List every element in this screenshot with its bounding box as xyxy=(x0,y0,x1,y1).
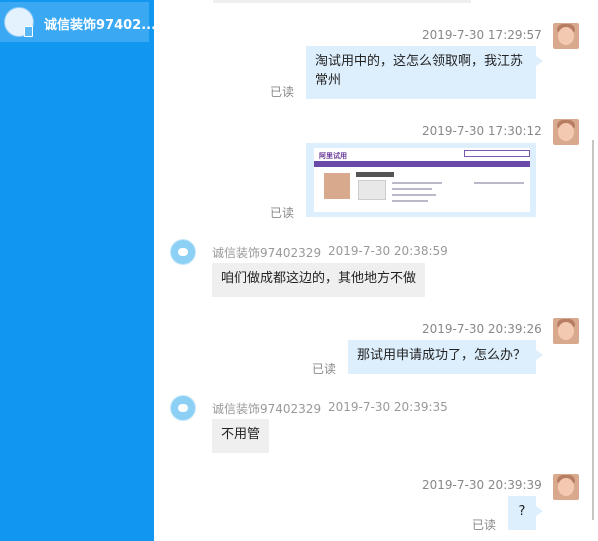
conversation-item-active[interactable]: 诚信装饰97402... xyxy=(0,2,156,42)
message-timestamp: 2019-7-30 20:38:59 xyxy=(328,244,448,258)
message-timestamp: 2019-7-30 20:39:35 xyxy=(328,400,448,414)
sender-name: 诚信装饰97402329 xyxy=(212,402,322,416)
image-brand-text: 阿里试用 xyxy=(319,152,347,160)
message-text: 咱们做成都这边的，其他地方不做 xyxy=(221,271,417,286)
message-text: ? xyxy=(518,504,526,519)
conversation-sidebar: 诚信装饰97402... xyxy=(0,0,156,541)
message-text: 淘试用中的，这怎么领取啊，我江苏常州 xyxy=(315,54,524,88)
message-timestamp: 2019-7-30 20:39:39 xyxy=(422,478,542,492)
read-receipt: 已读 xyxy=(270,206,295,220)
my-avatar xyxy=(553,474,579,500)
read-receipt: 已读 xyxy=(312,362,337,376)
contact-avatar xyxy=(170,395,196,421)
message-bubble-sent[interactable]: ? xyxy=(508,496,543,530)
message-timestamp: 2019-7-30 20:39:26 xyxy=(422,322,542,336)
message-bubble-sent[interactable]: 淘试用中的，这怎么领取啊，我江苏常州 xyxy=(306,46,543,99)
message-text: 那试用申请成功了，怎么办？ xyxy=(357,348,527,363)
my-avatar xyxy=(553,119,579,145)
message-timestamp: 2019-7-30 17:30:12 xyxy=(422,124,542,138)
message-text: 不用管 xyxy=(221,427,261,442)
my-avatar xyxy=(553,318,579,344)
read-receipt: 已读 xyxy=(270,85,295,99)
read-receipt: 已读 xyxy=(472,518,497,532)
my-avatar xyxy=(553,23,579,49)
message-bubble-sent[interactable]: 那试用申请成功了，怎么办？ xyxy=(348,340,543,374)
sender-name: 诚信装饰97402329 xyxy=(212,246,322,260)
previous-message-bubble-fragment xyxy=(213,0,471,3)
device-status-icon xyxy=(24,26,33,37)
contact-name: 诚信装饰97402... xyxy=(44,18,157,33)
chat-scrollbar[interactable] xyxy=(592,140,594,520)
image-thumbnail[interactable]: 阿里试用 xyxy=(314,148,530,212)
message-bubble-received[interactable]: 不用管 xyxy=(212,419,269,453)
message-bubble-received[interactable]: 咱们做成都这边的，其他地方不做 xyxy=(212,263,425,297)
message-image-sent[interactable]: 阿里试用 xyxy=(306,143,536,217)
message-timestamp: 2019-7-30 17:29:57 xyxy=(422,28,542,42)
contact-avatar xyxy=(170,239,196,265)
